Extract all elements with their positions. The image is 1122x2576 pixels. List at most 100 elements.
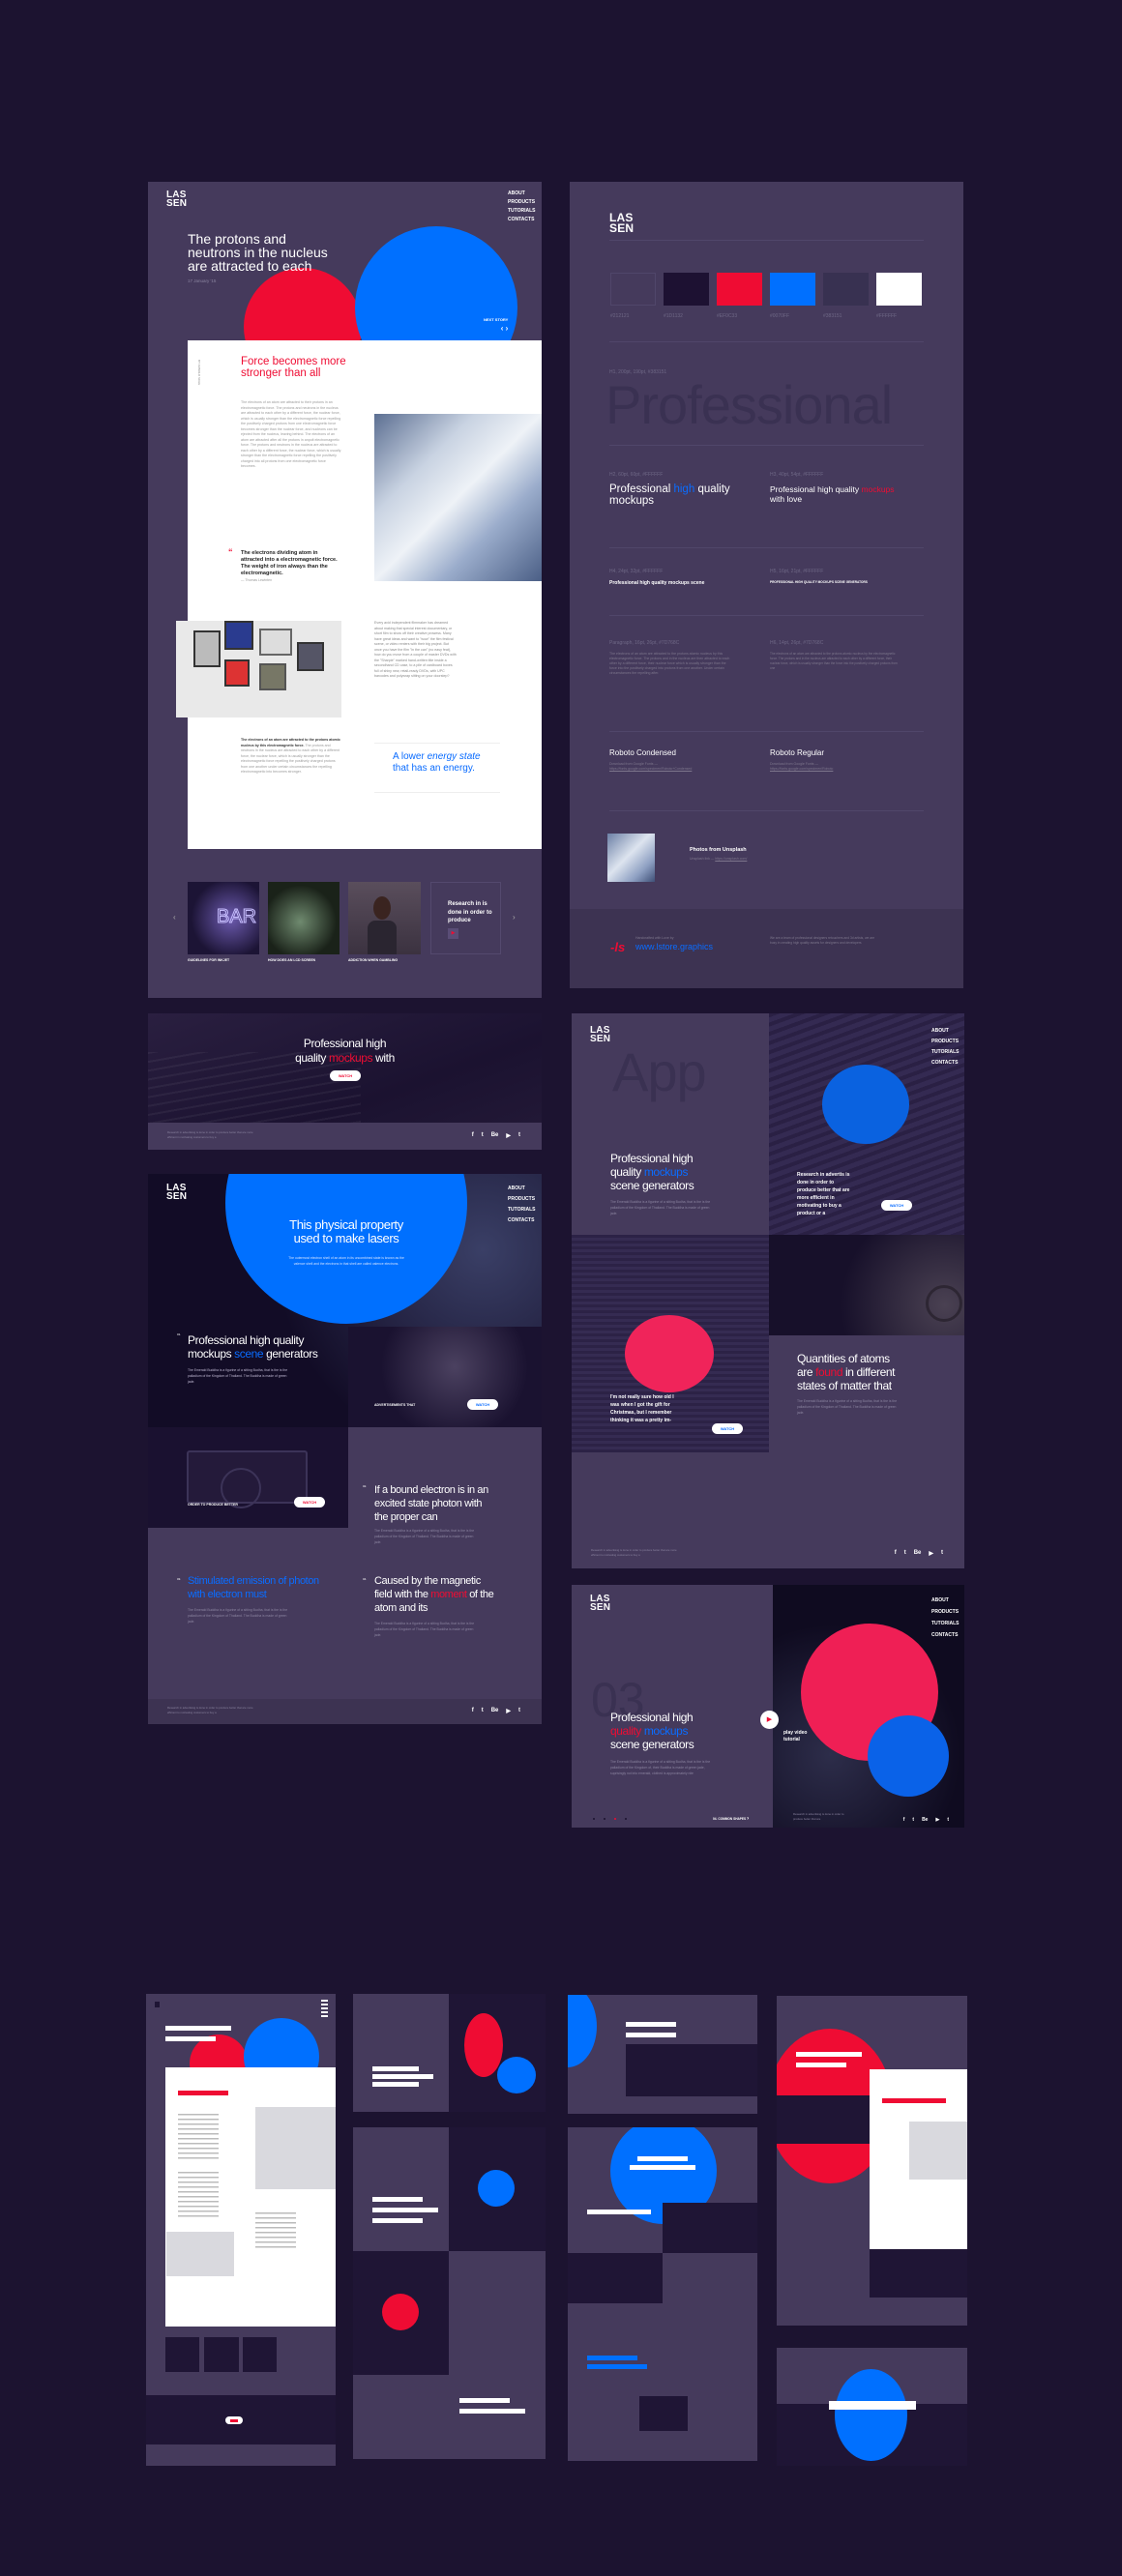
facebook-icon[interactable]: f [895, 1550, 897, 1557]
hero-line: Professional high [303, 1037, 387, 1050]
author-side-label: BY ARNOLD SCHE [197, 360, 201, 386]
carousel-card[interactable]: Research in is done in order to produce … [430, 882, 501, 954]
hero-text: with [372, 1051, 395, 1065]
quote-number: 04. [363, 1577, 368, 1581]
tumblr-icon[interactable]: t [941, 1550, 943, 1557]
swatch-label: #FFFFFF [876, 313, 898, 319]
nav-tutorials[interactable]: TUTORIALS [931, 1618, 960, 1629]
unsplash-link[interactable]: https://unsplash.com/ [715, 857, 747, 861]
twitter-icon[interactable]: t [912, 1817, 914, 1823]
behance-icon[interactable]: Be [914, 1550, 922, 1557]
slide-03-mockup: LAS SEN ABOUT PRODUCTS TUTORIALS CONTACTS 03… [572, 1585, 964, 1828]
watch-button[interactable]: WATCH [330, 1070, 361, 1081]
tumblr-icon[interactable]: t [518, 1708, 520, 1714]
about-text: We are a team of professional designers … [770, 936, 875, 945]
twitter-icon[interactable]: t [482, 1132, 484, 1139]
swatch-label: #212121 [610, 313, 630, 319]
logo-line: SEN [609, 221, 635, 235]
nav-about[interactable]: ABOUT [508, 1184, 536, 1194]
next-slide-link[interactable]: 04. COMMON SHAPES › [713, 1816, 749, 1822]
behance-icon[interactable]: Be [491, 1132, 499, 1139]
page-dot[interactable] [604, 1818, 605, 1820]
nav-products[interactable]: PRODUCTS [508, 1194, 536, 1205]
wireframe-article-2 [777, 1996, 967, 2326]
frames-wall-photo [176, 621, 341, 717]
pq-text: that has an energy. [393, 762, 475, 774]
logo[interactable]: LAS SEN [609, 212, 635, 235]
hero-accent: mockups [328, 1051, 373, 1065]
watch-button[interactable]: WATCH [881, 1200, 912, 1211]
watch-button[interactable]: WATCH [294, 1497, 325, 1508]
logo[interactable]: LAS SEN [590, 1595, 610, 1613]
youtube-icon[interactable]: ▶ [506, 1132, 511, 1139]
quote-mark-icon: “ [228, 547, 233, 557]
facebook-icon[interactable]: f [472, 1708, 474, 1714]
h2-text: Professional [609, 483, 674, 495]
watch-button[interactable]: WATCH [712, 1423, 743, 1434]
wf-red-circle [464, 2013, 503, 2077]
carousel-thumb-bar[interactable]: BAR [188, 882, 259, 954]
carousel-thumb-woman[interactable] [348, 882, 421, 954]
divider [609, 445, 924, 446]
blue-circle [822, 1065, 909, 1144]
tumblr-icon[interactable]: t [518, 1132, 520, 1139]
tumblr-icon[interactable]: t [947, 1817, 949, 1823]
nav-contacts[interactable]: CONTACTS [508, 216, 536, 224]
play-video-button[interactable]: ▶ [760, 1711, 779, 1729]
lstore-link[interactable]: www.lstore.graphics [635, 942, 713, 951]
motorcycle-photo [769, 1235, 964, 1335]
nav-products[interactable]: PRODUCTS [931, 1037, 960, 1047]
footer: Research in advertising is done in order… [148, 1699, 542, 1724]
play-icon[interactable]: ▶ [448, 928, 458, 939]
watch-button[interactable]: WATCH [467, 1399, 498, 1410]
nav-products[interactable]: PRODUCTS [508, 198, 536, 207]
page-dot[interactable] [593, 1818, 595, 1820]
nav-tutorials[interactable]: TUTORIALS [508, 1205, 536, 1215]
carousel-thumb-plant[interactable] [268, 882, 340, 954]
wf-dark-block [568, 2253, 663, 2303]
nav-tutorials[interactable]: TUTORIALS [931, 1047, 960, 1058]
logo[interactable]: LAS SEN [166, 1184, 187, 1202]
font2-download: Download from Google Fonts — https://font… [770, 762, 833, 772]
heading-accent: found [815, 1365, 843, 1379]
body-text: The Emerald Buddha is a figurine of a si… [610, 1760, 711, 1775]
carousel-label[interactable]: HOW DOES AN LCD SCREEN [268, 958, 315, 962]
carousel-prev-arrow[interactable]: ‹ [173, 913, 176, 922]
nav-contacts[interactable]: CONTACTS [508, 1215, 536, 1226]
facebook-icon[interactable]: f [903, 1817, 905, 1823]
carousel-next-arrow[interactable]: › [513, 913, 516, 922]
youtube-icon[interactable]: ▶ [935, 1817, 939, 1823]
nav-contacts[interactable]: CONTACTS [931, 1058, 960, 1068]
youtube-icon[interactable]: ▶ [929, 1550, 933, 1557]
nav-about[interactable]: ABOUT [931, 1595, 960, 1606]
nav-about[interactable]: ABOUT [508, 190, 536, 198]
next-story[interactable]: NEXT STORY ‹ › [484, 317, 508, 333]
nav-products[interactable]: PRODUCTS [931, 1606, 960, 1618]
page-dot-active[interactable] [614, 1818, 616, 1820]
play-video-label[interactable]: play video tutorial [783, 1730, 812, 1743]
man-label: ADVERTISEMENTS THAT [374, 1403, 416, 1407]
frame [224, 621, 253, 650]
page-dot[interactable] [625, 1818, 627, 1820]
nav-contacts[interactable]: CONTACTS [931, 1629, 960, 1641]
nav-tutorials[interactable]: TUTORIALS [508, 207, 536, 216]
heading-text: Professional high [610, 1711, 694, 1724]
twitter-icon[interactable]: t [904, 1550, 906, 1557]
carousel-label[interactable]: ADDICTION WHEN GAMBLING [348, 958, 398, 962]
behance-icon[interactable]: Be [922, 1817, 928, 1823]
wireframe-slide [353, 1994, 449, 2112]
h5-sample: PROFESSIONAL HIGH QUALITY MOCKUPS SCENE … [770, 580, 868, 584]
logo[interactable]: LAS SEN [590, 1026, 610, 1044]
carousel-label[interactable]: GUIDELINES FOR INKJET [188, 958, 229, 962]
quote-accent: moment [430, 1589, 467, 1600]
logo[interactable]: LAS SEN [166, 190, 187, 209]
behance-icon[interactable]: Be [491, 1708, 499, 1714]
youtube-icon[interactable]: ▶ [506, 1708, 511, 1714]
font2-link[interactable]: https://fonts.google.com/specimen/Roboto [770, 767, 833, 771]
facebook-icon[interactable]: f [472, 1132, 474, 1139]
wf-title-bar [165, 2036, 216, 2041]
twitter-icon[interactable]: t [482, 1708, 484, 1714]
font1-link[interactable]: https://fonts.google.com/specimen/Roboto… [609, 767, 692, 771]
arrows-icon[interactable]: ‹ › [484, 324, 509, 333]
nav-about[interactable]: ABOUT [931, 1026, 960, 1037]
